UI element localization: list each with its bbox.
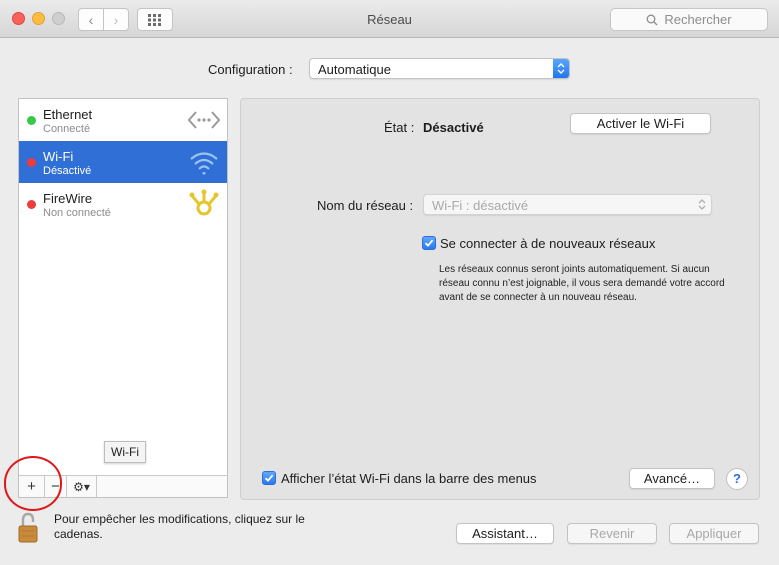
join-new-networks-note: Les réseaux connus seront joints automat… [439,264,725,303]
network-name-label: Nom du réseau : [317,198,414,213]
status-dot [27,200,36,209]
service-item-wifi[interactable]: Wi-Fi Désactivé [19,141,227,183]
service-name: FireWire [43,191,93,206]
assistant-button[interactable]: Assistant… [456,523,554,544]
service-item-ethernet[interactable]: Ethernet Connecté [19,99,227,141]
lock-icon[interactable] [17,510,39,544]
firewire-icon [189,189,219,216]
chevron-up-down-icon [553,59,569,78]
search-input[interactable]: Rechercher [610,8,768,31]
tooltip: Wi-Fi [104,441,146,463]
join-new-networks-label: Se connecter à de nouveaux réseaux [440,236,656,251]
checkmark-icon [424,239,434,247]
configuration-label: Configuration : [208,62,293,77]
help-button[interactable]: ? [726,468,748,490]
show-wifi-status-label: Afficher l’état Wi-Fi dans la barre des … [281,471,537,486]
status-dot [27,116,36,125]
annotation-circle [4,456,62,511]
service-name: Ethernet [43,107,93,122]
status-dot [27,158,36,167]
configuration-value: Automatique [318,62,391,77]
search-placeholder: Rechercher [664,12,732,27]
activate-wifi-button[interactable]: Activer le Wi-Fi [570,113,711,134]
apply-button[interactable]: Appliquer [669,523,759,544]
join-new-networks-checkbox[interactable] [422,236,436,250]
search-icon [646,14,658,25]
checkmark-icon [264,474,274,482]
service-name: Wi-Fi [43,149,74,164]
state-label: État : [384,120,415,135]
service-status: Non connecté [43,207,111,219]
service-list: Ethernet Connecté Wi-Fi Désactivé FireWi… [18,98,228,498]
title-bar: ‹ › Réseau Rechercher [0,0,779,38]
configuration-popup[interactable]: Automatique [309,58,570,79]
wifi-icon [190,152,218,175]
state-value: Désactivé [423,120,484,135]
ethernet-icon [187,111,221,129]
chevron-up-down-icon [698,199,706,210]
show-wifi-status-checkbox[interactable] [262,471,276,485]
action-menu-button[interactable]: ⚙▾ [67,476,97,497]
lock-message: Pour empêcher les modifications, cliquez… [54,512,305,541]
service-status: Connecté [43,123,91,135]
network-name-value: Wi-Fi : désactivé [432,198,529,213]
network-name-popup[interactable]: Wi-Fi : désactivé [423,194,712,215]
advanced-button[interactable]: Avancé… [629,468,715,489]
service-item-firewire[interactable]: FireWire Non connecté [19,183,227,225]
revert-button[interactable]: Revenir [567,523,657,544]
service-status: Désactivé [43,165,92,177]
